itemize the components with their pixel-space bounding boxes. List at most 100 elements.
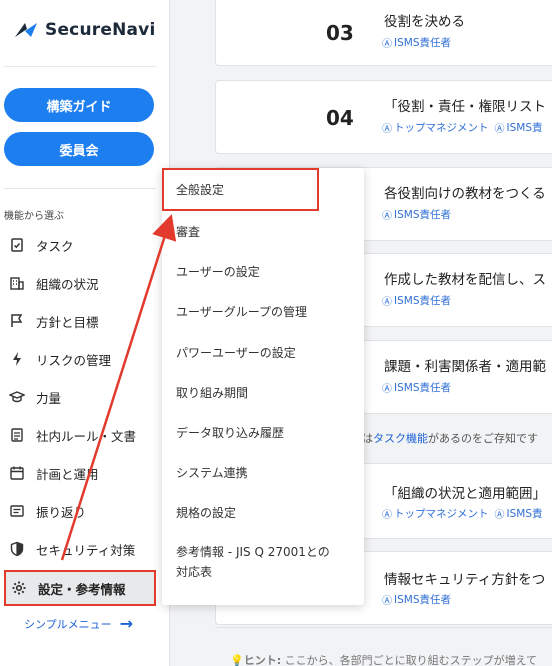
step-title: 作成した教材を配信し、ス bbox=[384, 272, 546, 288]
menu-item-label: 対応表 bbox=[176, 565, 213, 579]
brand-logo[interactable]: SecureNavi bbox=[13, 20, 155, 40]
bottom-hint: 💡ヒント: ここから、各部門ごとに取り組むステップが増えて bbox=[230, 652, 537, 666]
sidebar-item-settings[interactable]: 設定・参考情報 bbox=[4, 570, 156, 606]
role-tag: Ⓐ トップマネジメント bbox=[382, 506, 489, 521]
hint-suffix: があるのをご存知です bbox=[428, 432, 538, 445]
building-icon bbox=[8, 274, 26, 292]
menu-item-user-settings[interactable]: ユーザーの設定 bbox=[176, 263, 260, 280]
sidebar-item-label: 方針と目標 bbox=[36, 314, 99, 330]
user-icon: Ⓐ bbox=[494, 510, 505, 521]
sidebar-item-org-context[interactable]: 組織の状況 bbox=[4, 264, 156, 302]
menu-item-system-integration[interactable]: システム連携 bbox=[176, 464, 248, 481]
simple-menu-label: シンプルメニュー bbox=[24, 617, 112, 631]
step-number: 03 bbox=[326, 21, 354, 45]
sidebar: SecureNavi 構築ガイド 委員会 機能から選ぶ タスク 組織の状況 方針… bbox=[0, 0, 170, 666]
hint-label: ヒント: bbox=[243, 654, 282, 666]
sidebar-item-label: 振り返り bbox=[36, 504, 87, 520]
divider bbox=[4, 66, 156, 67]
flag-icon bbox=[8, 312, 26, 330]
role-tags: Ⓐ ISMS責任者 bbox=[382, 207, 451, 222]
user-icon: Ⓐ bbox=[382, 124, 392, 135]
divider bbox=[4, 188, 156, 189]
sidebar-item-label: 設定・参考情報 bbox=[38, 581, 126, 597]
sidebar-item-planning[interactable]: 計画と運用 bbox=[4, 454, 156, 492]
sidebar-item-label: リスクの管理 bbox=[36, 352, 112, 368]
gear-icon bbox=[10, 579, 28, 597]
step-card[interactable]: 04 「役割・責任・権限リスト Ⓐ トップマネジメント Ⓐ ISMS責 bbox=[215, 80, 552, 154]
role-tag: Ⓐ ISMS責 bbox=[495, 120, 543, 135]
role-tags: Ⓐ ISMS責任者 bbox=[382, 35, 451, 50]
step-title: 「役割・責任・権限リスト bbox=[384, 99, 546, 115]
menu-item-audit[interactable]: 審査 bbox=[176, 223, 200, 240]
graduation-cap-icon bbox=[8, 388, 26, 406]
user-icon: Ⓐ bbox=[382, 384, 392, 395]
sidebar-item-label: 計画と運用 bbox=[36, 466, 99, 482]
step-card[interactable]: 03 役割を決める Ⓐ ISMS責任者 bbox=[215, 0, 552, 66]
role-tag-label: ISMS責任者 bbox=[394, 295, 451, 307]
simple-menu-link[interactable]: シンプルメニュー → bbox=[24, 614, 133, 633]
user-icon: Ⓐ bbox=[382, 39, 392, 50]
user-icon: Ⓐ bbox=[494, 124, 505, 135]
sidebar-item-security[interactable]: セキュリティ対策 bbox=[4, 530, 156, 568]
divider bbox=[215, 627, 552, 628]
guide-button[interactable]: 構築ガイド bbox=[4, 88, 154, 122]
sidebar-item-label: 力量 bbox=[36, 390, 62, 406]
step-title: 役割を決める bbox=[384, 14, 465, 30]
user-icon: Ⓐ bbox=[382, 211, 392, 222]
lightbulb-icon: 💡 bbox=[230, 654, 244, 666]
menu-item-jis-reference[interactable]: 参考情報 - JIS Q 27001との 対応表 bbox=[176, 542, 330, 582]
user-icon: Ⓐ bbox=[382, 510, 392, 521]
role-tags: Ⓐ ISMS責任者 bbox=[382, 592, 451, 607]
role-tag-label: ISMS責任者 bbox=[394, 209, 451, 221]
menu-item-label: 参考情報 - JIS Q 27001との bbox=[176, 545, 330, 559]
sidebar-item-policy[interactable]: 方針と目標 bbox=[4, 302, 156, 340]
role-tag: Ⓐ ISMS責任者 bbox=[382, 207, 451, 222]
settings-dropdown-menu: 全般設定 審査 ユーザーの設定 ユーザーグループの管理 パワーユーザーの設定 取… bbox=[162, 168, 364, 605]
step-title: 「組織の状況と適用範囲」 bbox=[384, 486, 546, 502]
sidebar-item-review[interactable]: 振り返り bbox=[4, 492, 156, 530]
menu-item-standards[interactable]: 規格の設定 bbox=[176, 504, 236, 521]
sidebar-item-label: 組織の状況 bbox=[36, 276, 99, 292]
step-title: 情報セキュリティ方針をつ bbox=[384, 572, 546, 588]
user-icon: Ⓐ bbox=[382, 596, 392, 607]
step-number: 04 bbox=[326, 106, 354, 130]
hint-text: ここから、各部門ごとに取り組むステップが増えて bbox=[281, 654, 538, 666]
user-icon: Ⓐ bbox=[382, 297, 392, 308]
role-tag: Ⓐ トップマネジメント bbox=[382, 120, 489, 135]
role-tags: Ⓐ トップマネジメント Ⓐ ISMS責 bbox=[382, 120, 543, 135]
role-tags: Ⓐ トップマネジメント Ⓐ ISMS責 bbox=[382, 506, 543, 521]
task-check-icon bbox=[8, 236, 26, 254]
menu-item-power-users[interactable]: パワーユーザーの設定 bbox=[176, 344, 296, 361]
role-tag: Ⓐ ISMS責任者 bbox=[382, 293, 451, 308]
step-title: 各役割向けの教材をつくる bbox=[384, 186, 546, 202]
section-label: 機能から選ぶ bbox=[4, 211, 64, 222]
sidebar-nav: タスク 組織の状況 方針と目標 リスクの管理 力量 社内ルール・文書 計画と運用… bbox=[4, 226, 156, 606]
menu-item-user-groups[interactable]: ユーザーグループの管理 bbox=[176, 303, 307, 320]
role-tag: Ⓐ ISMS責任者 bbox=[382, 380, 451, 395]
arrow-right-icon: → bbox=[119, 614, 134, 633]
sidebar-item-competence[interactable]: 力量 bbox=[4, 378, 156, 416]
role-tag-label: ISMS責任者 bbox=[394, 594, 451, 606]
brand-name: SecureNavi bbox=[45, 20, 156, 40]
role-tag-label: トップマネジメント bbox=[394, 508, 489, 520]
role-tag: Ⓐ ISMS責任者 bbox=[382, 35, 451, 50]
committee-button[interactable]: 委員会 bbox=[4, 132, 154, 166]
role-tag: Ⓐ ISMS責 bbox=[495, 506, 543, 521]
role-tag-label: トップマネジメント bbox=[394, 122, 489, 134]
role-tags: Ⓐ ISMS責任者 bbox=[382, 380, 451, 395]
role-tag-label: ISMS責任者 bbox=[394, 382, 451, 394]
role-tag-label: ISMS責 bbox=[506, 508, 543, 520]
menu-item-period[interactable]: 取り組み期間 bbox=[176, 384, 248, 401]
step-title: 課題・利害関係者・適用範 bbox=[384, 359, 546, 375]
sidebar-item-label: 社内ルール・文書 bbox=[36, 428, 137, 444]
lightning-icon bbox=[8, 350, 26, 368]
menu-item-general-settings[interactable]: 全般設定 bbox=[162, 168, 319, 211]
sidebar-item-rules[interactable]: 社内ルール・文書 bbox=[4, 416, 156, 454]
sidebar-item-risk[interactable]: リスクの管理 bbox=[4, 340, 156, 378]
sidebar-item-task[interactable]: タスク bbox=[4, 226, 156, 264]
sidebar-item-label: タスク bbox=[36, 238, 74, 254]
shield-icon bbox=[8, 540, 26, 558]
menu-item-import-history[interactable]: データ取り込み履歴 bbox=[176, 424, 284, 441]
task-feature-link[interactable]: タスク機能 bbox=[373, 432, 428, 445]
role-tags: Ⓐ ISMS責任者 bbox=[382, 293, 451, 308]
